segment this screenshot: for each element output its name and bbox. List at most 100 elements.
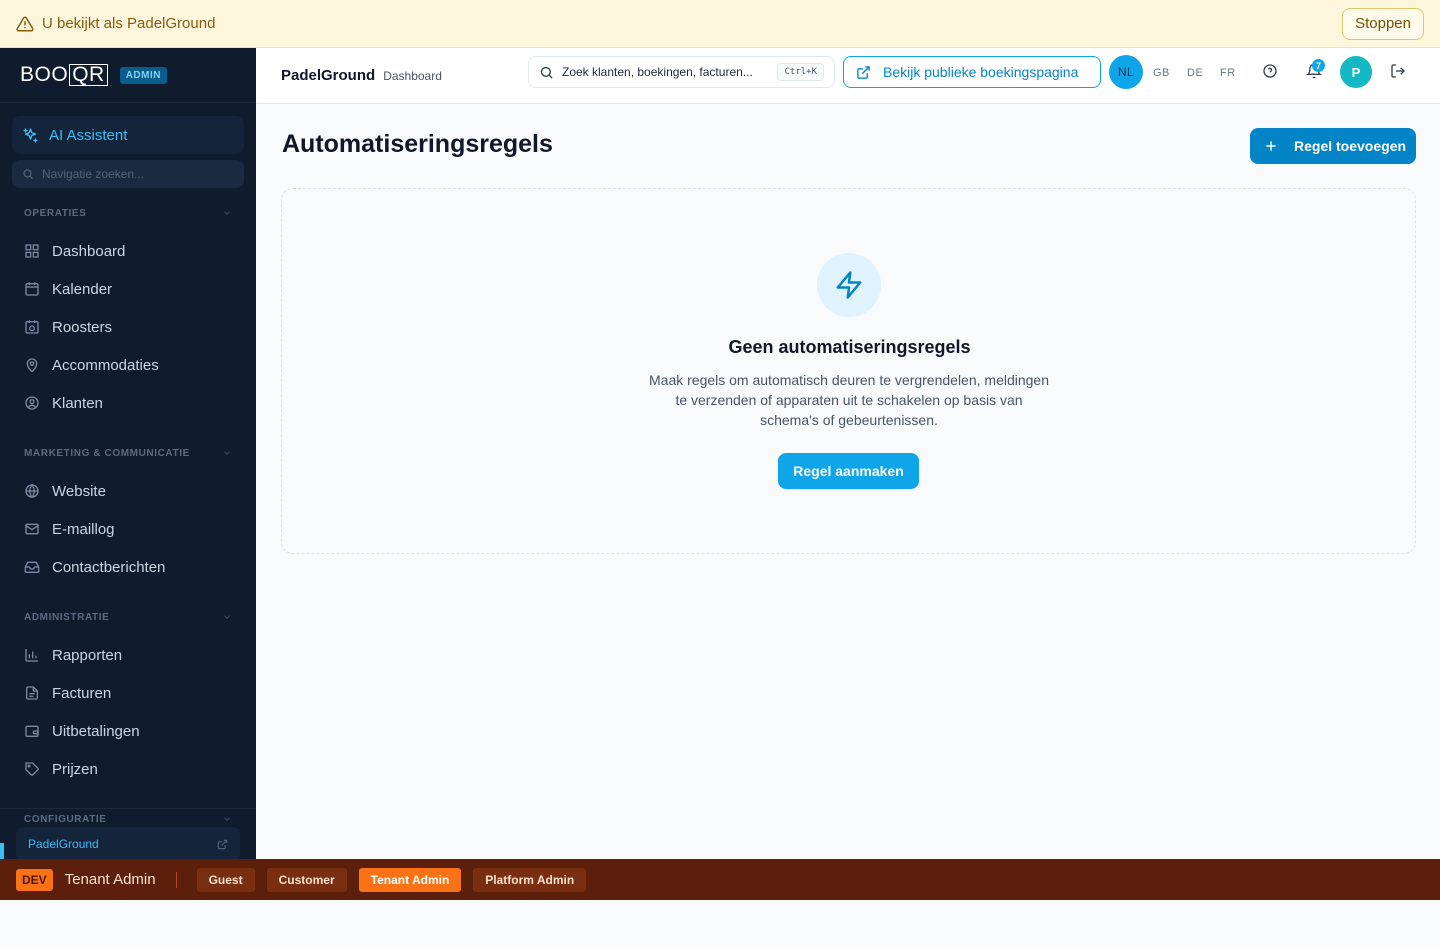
add-rule-button[interactable]: Regel toevoegen — [1250, 128, 1416, 164]
sidebar-item-dashboard[interactable]: Dashboard — [0, 232, 256, 270]
logo[interactable]: BOO QR — [20, 63, 108, 87]
empty-state-title: Geen automatiseringsregels — [728, 337, 971, 357]
search-icon — [23, 169, 33, 179]
current-role: Tenant Admin — [64, 871, 156, 888]
role-tenant-admin-button[interactable]: Tenant Admin — [358, 867, 462, 892]
user-circle-icon — [25, 396, 39, 410]
lightning-icon — [836, 271, 862, 299]
sidebar: BOO QR ADMIN AI Assistent Navigatie zoeke… — [0, 48, 256, 859]
wallet-icon — [25, 725, 39, 737]
map-pin-icon — [26, 358, 38, 373]
ai-assistant-button[interactable]: AI Assistent — [12, 116, 244, 154]
page-title: Automatiseringsregels — [282, 130, 553, 158]
dev-tag: DEV — [16, 868, 53, 891]
grid-icon — [25, 244, 39, 258]
add-rule-label: Regel toevoegen — [1294, 138, 1407, 154]
role-customer-button[interactable]: Customer — [266, 867, 347, 892]
sidebar-item-label: Kalender — [52, 280, 113, 298]
sidebar-item-contactberichten[interactable]: Contactberichten — [0, 548, 256, 586]
sidebar-item-rapporten[interactable]: Rapporten — [0, 636, 256, 674]
admin-badge: ADMIN — [119, 66, 167, 84]
search-icon — [540, 66, 553, 79]
sidebar-item-label: Uitbetalingen — [52, 722, 140, 740]
global-search-input[interactable]: Zoek klanten, boekingen, facturen... Ctr… — [528, 56, 835, 88]
role-guest-button[interactable]: Guest — [196, 867, 255, 892]
active-indicator — [0, 843, 4, 859]
empty-state-icon-wrap — [817, 253, 881, 317]
sidebar-item-label: Website — [52, 482, 106, 500]
topbar: PadelGround Dashboard Zoek klanten, boek… — [256, 48, 1440, 104]
sidebar-item-label: Prijzen — [52, 760, 98, 778]
logo-qr: QR — [69, 64, 108, 86]
chevron-down-icon — [224, 451, 230, 455]
create-rule-button[interactable]: Regel aanmaken — [778, 453, 919, 489]
warning-icon — [16, 15, 34, 31]
sidebar-item-label: E-maillog — [52, 520, 115, 538]
sparkles-icon — [23, 127, 38, 143]
plus-icon — [1266, 141, 1276, 151]
sidebar-item-label: Rapporten — [52, 646, 123, 664]
impersonation-banner: U bekijkt als PadelGround Stoppen — [0, 0, 1440, 48]
external-link-icon — [217, 839, 228, 849]
calendar-icon — [25, 282, 39, 296]
lang-fr[interactable]: FR — [1220, 67, 1236, 79]
role-platform-admin-button[interactable]: Platform Admin — [473, 867, 587, 892]
bar-chart-icon — [25, 649, 38, 662]
lang-gb[interactable]: GB — [1153, 67, 1170, 79]
sidebar-item-kalender[interactable]: Kalender — [0, 270, 256, 308]
topbar-tenant-name: PadelGround — [281, 67, 376, 84]
section-administratie[interactable]: ADMINISTRATIE — [0, 598, 256, 636]
logo-row: BOO QR ADMIN — [0, 48, 256, 103]
sidebar-footer: PadelGround — [0, 808, 256, 859]
stop-impersonation-button[interactable]: Stoppen — [1342, 7, 1424, 40]
dev-role-bar: DEV Tenant Admin Guest Customer Tenant A… — [0, 859, 1440, 900]
section-label: MARKETING & COMMUNICATIE — [24, 447, 190, 459]
logout-icon[interactable] — [1390, 63, 1406, 79]
tag-icon — [25, 762, 39, 776]
divider — [175, 871, 177, 888]
tenant-name: PadelGround — [28, 837, 99, 851]
sidebar-item-accommodaties[interactable]: Accommodaties — [0, 346, 256, 384]
sidebar-item-label: Roosters — [52, 318, 113, 336]
globe-icon — [25, 483, 39, 499]
sidebar-item-label: Dashboard — [52, 242, 126, 260]
help-icon[interactable] — [1262, 63, 1278, 79]
calendar-clock-icon — [25, 320, 39, 334]
chevron-down-icon — [224, 615, 230, 619]
sidebar-item-prijzen[interactable]: Prijzen — [0, 750, 256, 788]
sidebar-item-emaillog[interactable]: E-maillog — [0, 510, 256, 548]
avatar[interactable]: P — [1340, 56, 1372, 88]
empty-state-description: Maak regels om automatisch deuren te ver… — [649, 372, 1050, 428]
sidebar-item-klanten[interactable]: Klanten — [0, 384, 256, 422]
logo-text: BOO — [20, 63, 69, 86]
inbox-icon — [24, 561, 40, 573]
sidebar-item-website[interactable]: Website — [0, 472, 256, 510]
section-label: OPERATIES — [24, 207, 87, 219]
file-text-icon — [26, 686, 38, 700]
sidebar-item-label: Accommodaties — [52, 356, 159, 374]
section-marketing[interactable]: MARKETING & COMMUNICATIE — [0, 434, 256, 472]
sidebar-item-label: Facturen — [52, 684, 112, 702]
section-label: ADMINISTRATIE — [24, 611, 110, 623]
sidebar-item-label: Contactberichten — [52, 558, 166, 576]
lang-nl[interactable]: NL — [1109, 55, 1143, 89]
breadcrumb[interactable]: Dashboard — [383, 69, 442, 83]
global-search-placeholder: Zoek klanten, boekingen, facturen... — [562, 65, 753, 79]
tenant-link[interactable]: PadelGround — [16, 827, 240, 859]
lang-de[interactable]: DE — [1187, 67, 1203, 79]
nav-search-placeholder: Navigatie zoeken... — [42, 167, 145, 181]
public-booking-page-button[interactable]: Bekijk publieke boekingspagina — [843, 56, 1101, 88]
public-booking-label: Bekijk publieke boekingspagina — [883, 64, 1079, 80]
notification-badge: 7 — [1312, 59, 1325, 72]
sidebar-item-uitbetalingen[interactable]: Uitbetalingen — [0, 712, 256, 750]
ai-assistant-label: AI Assistent — [49, 126, 128, 144]
external-link-icon — [857, 65, 870, 79]
nav-search-input[interactable]: Navigatie zoeken... — [12, 160, 244, 188]
mail-icon — [25, 523, 39, 535]
impersonation-text: U bekijkt als PadelGround — [42, 15, 216, 32]
chevron-down-icon — [224, 211, 230, 215]
sidebar-item-facturen[interactable]: Facturen — [0, 674, 256, 712]
sidebar-item-label: Klanten — [52, 394, 103, 412]
section-operaties[interactable]: OPERATIES — [0, 194, 256, 232]
sidebar-item-roosters[interactable]: Roosters — [0, 308, 256, 346]
